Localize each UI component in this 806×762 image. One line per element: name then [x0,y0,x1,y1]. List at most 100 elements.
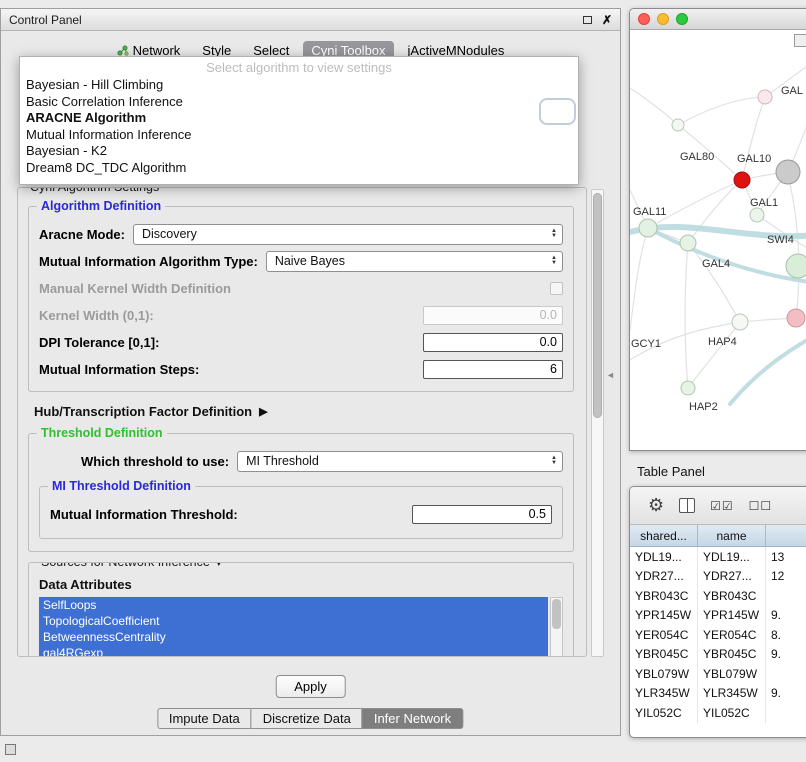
combo-arrows-icon [551,456,557,466]
manual-kernel-checkbox [550,282,563,295]
hub-definition-label: Hub/Transcription Factor Definition [34,404,252,419]
table-row[interactable]: YDL19...YDL19...13 [630,547,806,567]
kernel-width-label: Kernel Width (0,1): [39,308,154,323]
network-node-label: GAL11 [633,206,666,218]
mi-type-value: Naive Bayes [275,254,551,268]
attribute-item-betweennesscentrality[interactable]: BetweennessCentrality [39,629,548,645]
network-edge[interactable] [648,180,742,228]
column-header[interactable]: name [698,525,766,546]
chevron-right-icon: ▶ [259,405,267,418]
network-node[interactable] [732,314,748,330]
network-node-label: GCY1 [631,338,661,350]
network-node[interactable] [787,309,805,327]
table-row[interactable]: YIL052CYIL052C [630,703,806,723]
table-row[interactable]: YBR043CYBR043C [630,586,806,606]
network-node[interactable] [776,160,800,184]
corner-grid-icon[interactable] [5,744,16,755]
dpi-tolerance-field[interactable] [423,333,563,352]
table-row[interactable]: YLR345WYLR345W9. [630,684,806,704]
mi-threshold-label: Mutual Information Threshold: [50,507,238,522]
attribute-item-gal4rgexp[interactable]: gal4RGexp [39,645,548,657]
bottom-tab-impute-data[interactable]: Impute Data [157,708,252,729]
network-node[interactable] [681,381,695,395]
algorithm-option-aracne-algorithm[interactable]: ARACNE Algorithm [20,110,578,127]
table-row[interactable]: YBR045CYBR045C9. [630,645,806,665]
network-edge[interactable] [630,228,648,330]
network-edge[interactable] [730,330,806,404]
attribute-item-selfloops[interactable]: SelfLoops [39,597,548,613]
table-cell: YDL19... [630,547,698,567]
hub-definition-toggle[interactable]: Hub/Transcription Factor Definition ▶ [34,404,574,419]
bottom-tab-discretize-data[interactable]: Discretize Data [251,708,363,729]
network-view-window: GALGAL80GAL10GAL11GAL1SWI4GAL4GCY1HAP4HA… [629,8,806,451]
algorithm-option-bayesian-k2[interactable]: Bayesian - K2 [20,143,578,160]
network-node[interactable] [680,235,696,251]
network-node[interactable] [734,172,750,188]
mi-algorithm-type-select[interactable]: Naive Bayes [266,251,563,272]
threshold-definition-title: Threshold Definition [37,426,167,440]
table-header-row: shared...name [630,525,806,547]
table-cell: YDR27... [698,567,766,587]
which-threshold-label: Which threshold to use: [81,454,229,469]
which-threshold-select[interactable]: MI Threshold [237,451,563,472]
gear-icon[interactable]: ⚙ [648,495,664,516]
table-cell [766,703,806,723]
birdseye-button[interactable] [794,34,806,47]
algorithm-option-mutual-information-inference[interactable]: Mutual Information Inference [20,127,578,144]
manual-kernel-label: Manual Kernel Width Definition [39,281,231,296]
column-header[interactable]: shared... [630,525,698,546]
table-panel-window: ⚙ ☑☑ ☐☐ shared...name YDL19...YDL19...13… [629,486,806,738]
aracne-mode-select[interactable]: Discovery [133,224,563,245]
window-title: Control Panel [9,13,82,27]
attribute-item-topologicalcoefficient[interactable]: TopologicalCoefficient [39,613,548,629]
network-edge[interactable] [742,97,765,180]
algorithm-option-bayesian-hill-climbing[interactable]: Bayesian - Hill Climbing [20,77,578,94]
table-row[interactable]: YPR145WYPR145W9. [630,606,806,626]
network-node[interactable] [758,90,772,104]
panel-collapse-arrow-icon[interactable]: ◄ [606,370,615,380]
network-node[interactable] [639,219,657,237]
network-node[interactable] [786,254,806,278]
algorithm-option-basic-correlation-inference[interactable]: Basic Correlation Inference [20,94,578,111]
chevron-down-icon[interactable]: ▼ [213,562,224,569]
algorithm-option-dream8-dc-tdc-algorithm[interactable]: Dream8 DC_TDC Algorithm [20,160,578,177]
bottom-tab-infer-network[interactable]: Infer Network [362,708,463,729]
network-edge[interactable] [630,88,678,125]
network-edge[interactable] [678,97,765,125]
network-graph[interactable]: GALGAL80GAL10GAL11GAL1SWI4GAL4GCY1HAP4HA… [630,30,806,450]
apply-button[interactable]: Apply [275,675,346,698]
scrollbar-thumb[interactable] [552,599,561,629]
minimize-traffic-light[interactable] [657,13,669,25]
network-node[interactable] [750,208,764,222]
table-cell: YDL19... [698,547,766,567]
table-row[interactable]: YER054CYER054C8. [630,625,806,645]
attributes-list-scrollbar[interactable] [550,597,563,657]
network-icon [117,45,129,56]
table-row[interactable]: YDR27...YDR27...12 [630,567,806,587]
columns-icon[interactable] [679,498,695,513]
column-header[interactable] [766,525,806,546]
network-canvas[interactable]: GALGAL80GAL10GAL11GAL1SWI4GAL4GCY1HAP4HA… [630,30,806,450]
close-traffic-light[interactable] [638,13,650,25]
mi-steps-field[interactable] [423,360,563,379]
network-edge[interactable] [685,243,688,388]
aracne-mode-value: Discovery [142,227,551,241]
sources-group-title: Sources for Network Inference ▼ [37,562,228,569]
scrollbar-thumb[interactable] [593,193,602,418]
network-node[interactable] [672,119,684,131]
network-edge[interactable] [688,243,740,322]
close-icon[interactable]: ✗ [602,13,612,27]
network-node-label: GAL [781,85,803,97]
select-all-checks-icon[interactable]: ☑☑ [710,499,734,513]
mi-threshold-field[interactable] [412,505,552,524]
algorithm-placeholder: Select algorithm to view settings [20,59,578,77]
zoom-traffic-light[interactable] [676,13,688,25]
settings-scrollbar[interactable] [591,189,604,657]
table-row[interactable]: YBL079WYBL079W [630,664,806,684]
deselect-all-checks-icon[interactable]: ☐☐ [749,499,773,513]
table-cell: 12 [766,567,806,587]
float-window-icon[interactable] [583,16,592,24]
network-edge[interactable] [790,184,799,318]
combo-arrows-icon [551,229,557,239]
table-cell: 13 [766,547,806,567]
